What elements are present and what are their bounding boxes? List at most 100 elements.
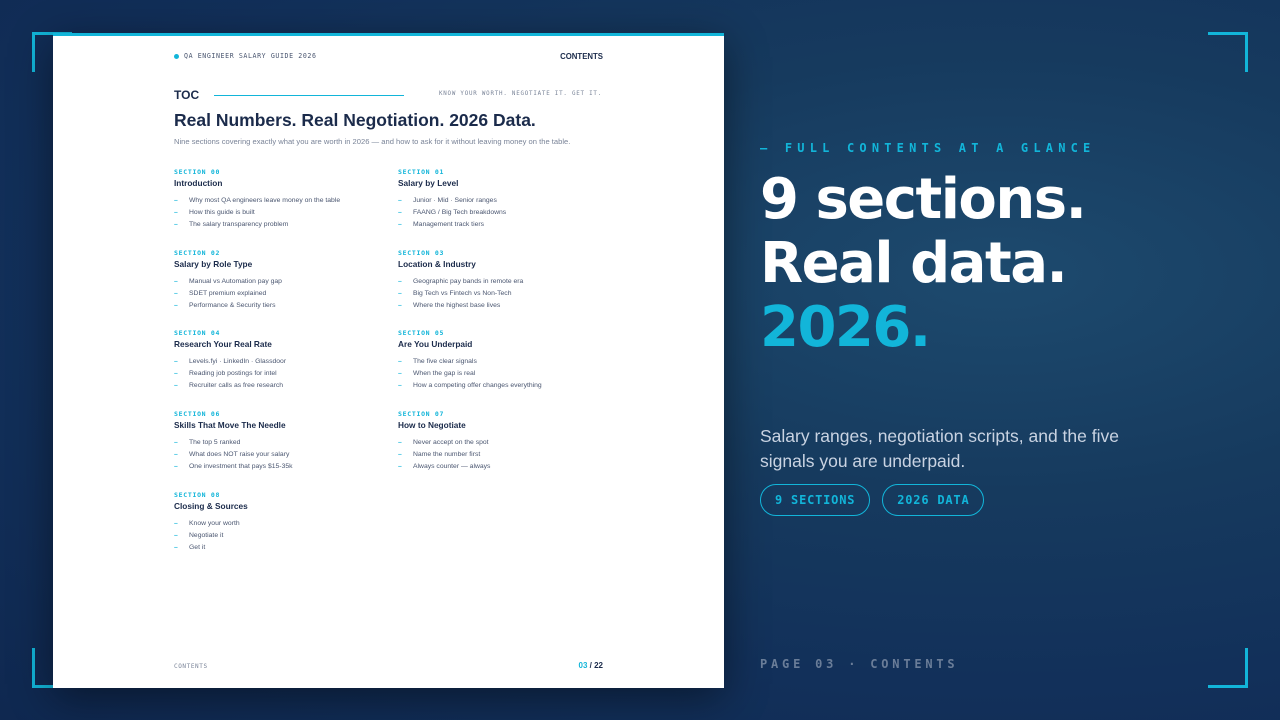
section-item: – Manual vs Automation pay gap	[174, 276, 384, 288]
section-item: – What does NOT raise your salary	[174, 449, 384, 461]
section-item: – How this guide is built	[174, 207, 384, 219]
dash-bullet-icon: –	[398, 463, 402, 470]
section-item: – The top 5 ranked	[174, 437, 384, 449]
toc-section: SECTION 03 Location & Industry – Geographic…	[398, 249, 608, 312]
frame-corner-top-right	[1208, 32, 1248, 72]
dash-bullet-icon: –	[174, 278, 178, 285]
headline-line-2: Real data.	[760, 231, 1068, 296]
section-title: Are You Underpaid	[398, 339, 473, 349]
section-item-text: What does NOT raise your salary	[189, 451, 290, 458]
footer-label: CONTENTS	[174, 663, 208, 670]
dash-bullet-icon: –	[174, 370, 178, 377]
section-number: SECTION 04	[174, 329, 221, 337]
dash-bullet-icon: –	[174, 520, 178, 527]
section-item: – Geographic pay bands in remote era	[398, 276, 608, 288]
section-title: Location & Industry	[398, 259, 476, 269]
section-item-text: The salary transparency problem	[189, 221, 289, 228]
section-item: – Know your worth	[174, 518, 384, 530]
dash-bullet-icon: –	[174, 439, 178, 446]
section-item: – Always counter — always	[398, 461, 608, 473]
section-item-text: Where the highest base lives	[413, 302, 501, 309]
section-item: – Reading job postings for intel	[174, 368, 384, 380]
section-item-text: How this guide is built	[189, 209, 255, 216]
document-page: QA ENGINEER SALARY GUIDE 2026 CONTENTS T…	[53, 33, 724, 688]
section-item: – One investment that pays $15-35k	[174, 461, 384, 473]
dash-bullet-icon: –	[398, 370, 402, 377]
section-item-text: Never accept on the spot	[413, 439, 489, 446]
panel-page-label: PAGE 03 · CONTENTS	[760, 657, 959, 671]
dash-bullet-icon: –	[398, 209, 402, 216]
dash-bullet-icon: –	[398, 439, 402, 446]
section-item-text: Geographic pay bands in remote era	[413, 278, 524, 285]
dash-bullet-icon: –	[398, 278, 402, 285]
section-item: – Levels.fyi · LinkedIn · Glassdoor	[174, 356, 384, 368]
panel-eyebrow: — FULL CONTENTS AT A GLANCE	[760, 141, 1096, 155]
section-item-text: Reading job postings for intel	[189, 370, 277, 377]
section-item: – Big Tech vs Fintech vs Non-Tech	[398, 288, 608, 300]
toc-section: SECTION 05 Are You Underpaid – The five cle…	[398, 329, 608, 392]
dash-bullet-icon: –	[398, 382, 402, 389]
section-item: – SDET premium explained	[174, 288, 384, 300]
panel-chips: 9 SECTIONS 2026 DATA	[760, 484, 985, 516]
section-items: – Why most QA engineers leave money on th…	[174, 195, 384, 231]
section-item-text: Levels.fyi · LinkedIn · Glassdoor	[189, 358, 287, 365]
panel-subtext: Salary ranges, negotiation scripts, and …	[760, 426, 1119, 471]
dash-bullet-icon: –	[398, 302, 402, 309]
dash-bullet-icon: –	[174, 532, 178, 539]
section-number: SECTION 00	[174, 168, 221, 176]
page-total: / 22	[589, 661, 603, 670]
section-title: How to Negotiate	[398, 420, 466, 430]
section-item: – Management track tiers	[398, 219, 608, 231]
section-item: – Negotiate it	[174, 530, 384, 542]
section-item: – Get it	[174, 542, 384, 554]
section-item: – Name the number first	[398, 449, 608, 461]
toc-divider	[214, 95, 404, 96]
toc-row: TOC KNOW YOUR WORTH. NEGOTIATE IT. GET I…	[174, 88, 604, 104]
section-item-text: How a competing offer changes everything	[413, 382, 542, 389]
dash-bullet-icon: –	[174, 544, 178, 551]
brand-text: QA ENGINEER SALARY GUIDE 2026	[184, 52, 317, 60]
dash-bullet-icon: –	[174, 221, 178, 228]
section-items: – The top 5 ranked – What does NOT raise yo…	[174, 437, 384, 473]
toc-section: SECTION 02 Salary by Role Type – Manual vs …	[174, 249, 384, 312]
page-current: 03	[578, 661, 588, 670]
toc-section: SECTION 06 Skills That Move The Needle – Th…	[174, 410, 384, 473]
dash-bullet-icon: –	[174, 209, 178, 216]
section-item-text: Junior · Mid · Senior ranges	[413, 197, 497, 204]
section-item: – FAANG / Big Tech breakdowns	[398, 207, 608, 219]
toc-section: SECTION 01 Salary by Level – Junior · Mid ·…	[398, 168, 608, 231]
toc-section: SECTION 08 Closing & Sources – Know your wo…	[174, 491, 384, 554]
section-item-text: SDET premium explained	[189, 290, 267, 297]
section-item-text: Big Tech vs Fintech vs Non-Tech	[413, 290, 512, 297]
section-item: – Junior · Mid · Senior ranges	[398, 195, 608, 207]
section-title: Closing & Sources	[174, 501, 248, 511]
dash-bullet-icon: –	[398, 221, 402, 228]
chip-sections: 9 SECTIONS	[760, 484, 871, 516]
section-number: SECTION 07	[398, 410, 445, 418]
dash-bullet-icon: –	[174, 290, 178, 297]
brand-dot-icon	[174, 53, 179, 59]
section-item: – When the gap is real	[398, 368, 608, 380]
section-item: – Performance & Security tiers	[174, 300, 384, 312]
section-item-text: Manual vs Automation pay gap	[189, 278, 282, 285]
section-items: – Know your worth – Negotiate it – Get it	[174, 518, 384, 554]
toc-label: TOC	[174, 88, 200, 102]
dash-bullet-icon: –	[174, 451, 178, 458]
section-item: – Never accept on the spot	[398, 437, 608, 449]
dash-bullet-icon: –	[398, 451, 402, 458]
section-item-text: Management track tiers	[413, 221, 485, 228]
dash-bullet-icon: –	[398, 290, 402, 297]
section-item-text: Get it	[189, 544, 206, 551]
section-item-text: The top 5 ranked	[189, 439, 241, 446]
section-item-text: FAANG / Big Tech breakdowns	[413, 209, 507, 216]
toc-section: SECTION 07 How to Negotiate – Never accept …	[398, 410, 608, 473]
section-items: – Levels.fyi · LinkedIn · Glassdoor – Readi…	[174, 356, 384, 392]
page-number: 03 / 22	[579, 661, 603, 670]
panel-headline: 9 sections. Real data. 2026.	[760, 168, 1087, 360]
section-item-text: When the gap is real	[413, 370, 476, 377]
section-item: – How a competing offer changes everythin…	[398, 380, 608, 392]
section-item: – Where the highest base lives	[398, 300, 608, 312]
dash-bullet-icon: –	[174, 197, 178, 204]
dash-bullet-icon: –	[174, 358, 178, 365]
section-item-text: One investment that pays $15-35k	[189, 463, 293, 470]
